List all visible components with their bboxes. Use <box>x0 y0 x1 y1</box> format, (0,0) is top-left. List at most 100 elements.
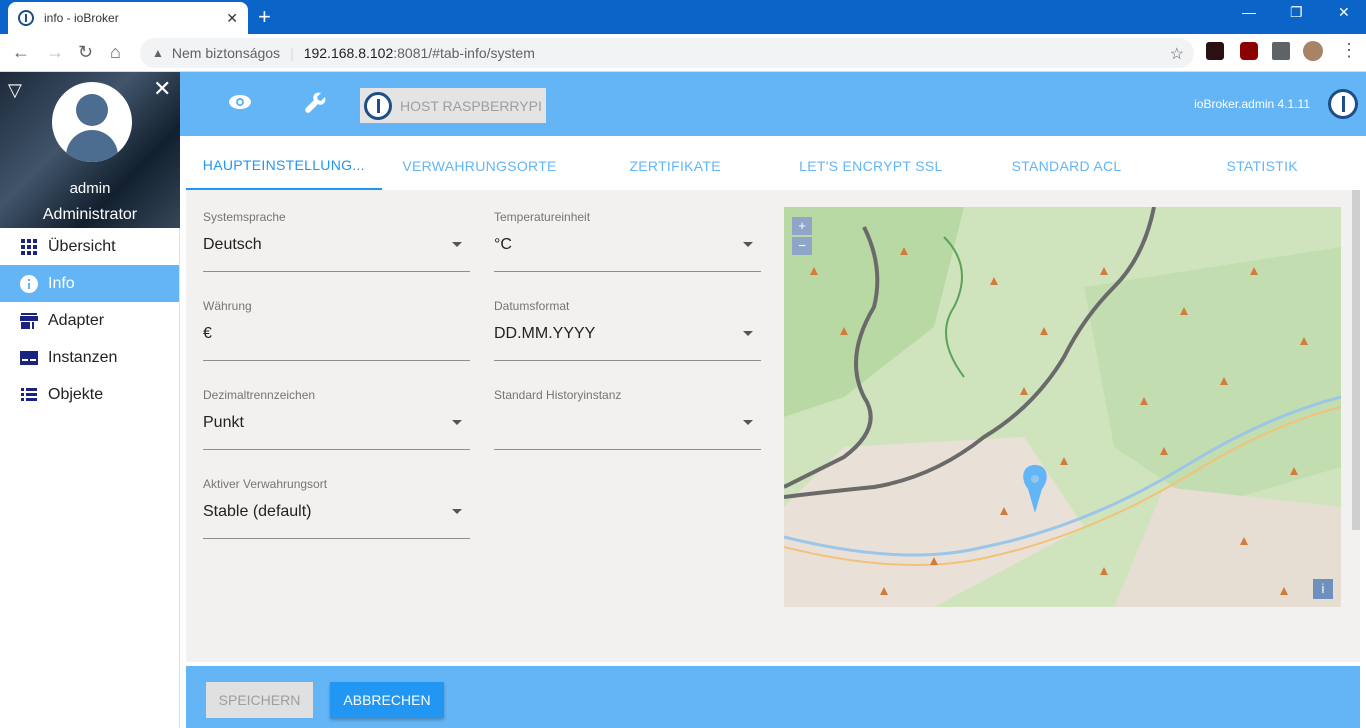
dropdown-arrow-icon <box>452 242 462 247</box>
close-window-icon[interactable]: ✕ <box>1338 4 1350 21</box>
host-label: HOST RASPBERRYPI <box>400 97 542 114</box>
settings-dialog: HAUPTEINSTELLUNG... VERWAHRUNGSORTE ZERT… <box>186 142 1360 662</box>
tab-verwahrungsorte[interactable]: VERWAHRUNGSORTE <box>382 142 578 190</box>
field-value: Punkt <box>203 414 244 431</box>
sidebar-role: Administrator <box>42 206 138 223</box>
browser-tabbar: info - ioBroker ✕ + — ❐ ✕ <box>0 0 1366 34</box>
sidebar-item-label: Objekte <box>48 385 104 403</box>
field-label: Temperatureinheit <box>494 210 591 224</box>
iobroker-brand-icon <box>1328 89 1358 119</box>
dropdown-arrow-icon <box>452 420 462 425</box>
wrench-icon[interactable] <box>304 92 328 122</box>
field-label: Systemsprache <box>203 210 286 224</box>
sidebar-item-label: Adapter <box>48 311 105 329</box>
reload-icon[interactable]: ↻ <box>78 42 93 62</box>
sidebar-username: admin <box>69 180 111 197</box>
currency-input[interactable]: Währung € <box>203 287 470 361</box>
zoom-out-button[interactable]: − <box>792 237 812 255</box>
warning-icon: ▲ <box>152 46 164 60</box>
browser-toolbar: ← → ↻ ⌂ ▲ Nem biztonságos | 192.168.8.10… <box>0 34 1366 72</box>
sidebar-item-uebersicht[interactable]: Übersicht <box>0 228 179 265</box>
avatar <box>52 82 132 162</box>
tab-haupteinstellungen[interactable]: HAUPTEINSTELLUNG... <box>186 142 382 190</box>
content-scrollbar[interactable] <box>1352 190 1360 530</box>
sidebar: ▽ ✕ admin Administrator Übersicht Info A… <box>0 72 180 728</box>
field-label: Datumsformat <box>494 299 570 313</box>
close-tab-icon[interactable]: ✕ <box>226 10 238 27</box>
back-icon[interactable]: ← <box>12 42 30 62</box>
settings-tabs: HAUPTEINSTELLUNG... VERWAHRUNGSORTE ZERT… <box>186 142 1360 190</box>
decimal-separator-select[interactable]: Dezimaltrennzeichen Punkt <box>203 376 470 450</box>
extension-h-icon[interactable] <box>1206 42 1224 60</box>
home-icon[interactable]: ⌂ <box>110 42 121 62</box>
tab-statistik[interactable]: STATISTIK <box>1164 142 1360 190</box>
field-value: Deutsch <box>203 236 262 253</box>
tab-standard-acl[interactable]: STANDARD ACL <box>969 142 1165 190</box>
browser-tab[interactable]: info - ioBroker ✕ <box>8 2 248 34</box>
field-label: Standard Historyinstanz <box>494 388 622 402</box>
sidebar-item-label: Übersicht <box>48 237 116 255</box>
close-sidebar-icon[interactable]: ✕ <box>153 76 171 102</box>
restore-icon[interactable]: ❐ <box>1290 4 1303 21</box>
dropdown-arrow-icon <box>452 509 462 514</box>
default-history-select[interactable]: Standard Historyinstanz <box>494 376 761 450</box>
sidebar-item-instanzen[interactable]: Instanzen <box>0 339 179 376</box>
field-value: Stable (default) <box>203 503 312 520</box>
sidebar-header: ▽ ✕ admin Administrator <box>0 72 180 228</box>
location-map[interactable]: + − i <box>784 207 1341 607</box>
extensions-puzzle-icon[interactable] <box>1272 42 1290 60</box>
address-path: :8081/#tab-info/system <box>393 45 535 61</box>
field-label: Dezimaltrennzeichen <box>203 388 316 402</box>
profile-avatar[interactable] <box>1303 41 1323 61</box>
date-format-select[interactable]: Datumsformat DD.MM.YYYY <box>494 287 761 361</box>
address-separator: | <box>290 45 294 61</box>
bookmark-star-icon[interactable]: ☆ <box>1170 44 1184 64</box>
forward-icon[interactable]: → <box>46 42 64 62</box>
dropdown-arrow-icon <box>743 242 753 247</box>
sidebar-item-adapter[interactable]: Adapter <box>0 302 179 339</box>
active-repository-select[interactable]: Aktiver Verwahrungsort Stable (default) <box>203 465 470 539</box>
sidebar-item-label: Info <box>48 274 75 292</box>
avatar-head <box>76 94 108 126</box>
sidebar-item-label: Instanzen <box>48 348 118 366</box>
map-terrain <box>784 207 1341 607</box>
system-language-select[interactable]: Systemsprache Deutsch <box>203 198 470 272</box>
field-value: € <box>203 325 212 342</box>
field-value: DD.MM.YYYY <box>494 325 596 342</box>
field-label: Aktiver Verwahrungsort <box>203 477 328 491</box>
cancel-button[interactable]: ABBRECHEN <box>330 682 444 718</box>
address-host: 192.168.8.102 <box>303 45 394 61</box>
tab-zertifikate[interactable]: ZERTIFIKATE <box>577 142 773 190</box>
sidebar-item-objekte[interactable]: Objekte <box>0 376 179 413</box>
info-icon <box>20 274 38 293</box>
host-selector-button[interactable]: HOST RASPBERRYPI <box>360 88 546 123</box>
grid-icon <box>20 238 38 256</box>
sidebar-item-info[interactable]: Info <box>0 265 179 302</box>
app-header: HOST RASPBERRYPI ioBroker.admin 4.1.11 <box>180 72 1366 136</box>
tab-lets-encrypt[interactable]: LET'S ENCRYPT SSL <box>773 142 969 190</box>
dialog-footer: SPEICHERN ABBRECHEN <box>186 666 1360 728</box>
dropdown-arrow-icon <box>743 420 753 425</box>
minimize-icon[interactable]: — <box>1242 4 1256 20</box>
store-icon <box>20 312 38 330</box>
field-label: Währung <box>203 299 252 313</box>
map-info-button[interactable]: i <box>1313 579 1333 599</box>
temperature-unit-select[interactable]: Temperatureinheit °C <box>494 198 761 272</box>
new-tab-button[interactable]: + <box>258 4 271 30</box>
iobroker-favicon-icon <box>18 10 34 26</box>
eye-icon[interactable] <box>228 90 252 116</box>
map-zoom-controls: + − <box>792 217 812 255</box>
admin-version: ioBroker.admin 4.1.11 <box>1194 97 1310 111</box>
list-icon <box>20 386 38 404</box>
security-status: Nem biztonságos <box>171 45 281 61</box>
instances-icon <box>20 349 38 367</box>
ublock-icon[interactable] <box>1240 42 1258 60</box>
browser-menu-icon[interactable]: ⋮ <box>1340 40 1358 60</box>
save-button[interactable]: SPEICHERN <box>206 682 313 718</box>
browser-tab-title: info - ioBroker <box>44 11 119 25</box>
iobroker-triangle-icon[interactable]: ▽ <box>8 80 22 101</box>
zoom-in-button[interactable]: + <box>792 217 812 235</box>
address-bar[interactable]: ▲ Nem biztonságos | 192.168.8.102 :8081/… <box>140 38 1194 68</box>
field-value: °C <box>494 236 512 253</box>
avatar-body <box>66 130 118 162</box>
